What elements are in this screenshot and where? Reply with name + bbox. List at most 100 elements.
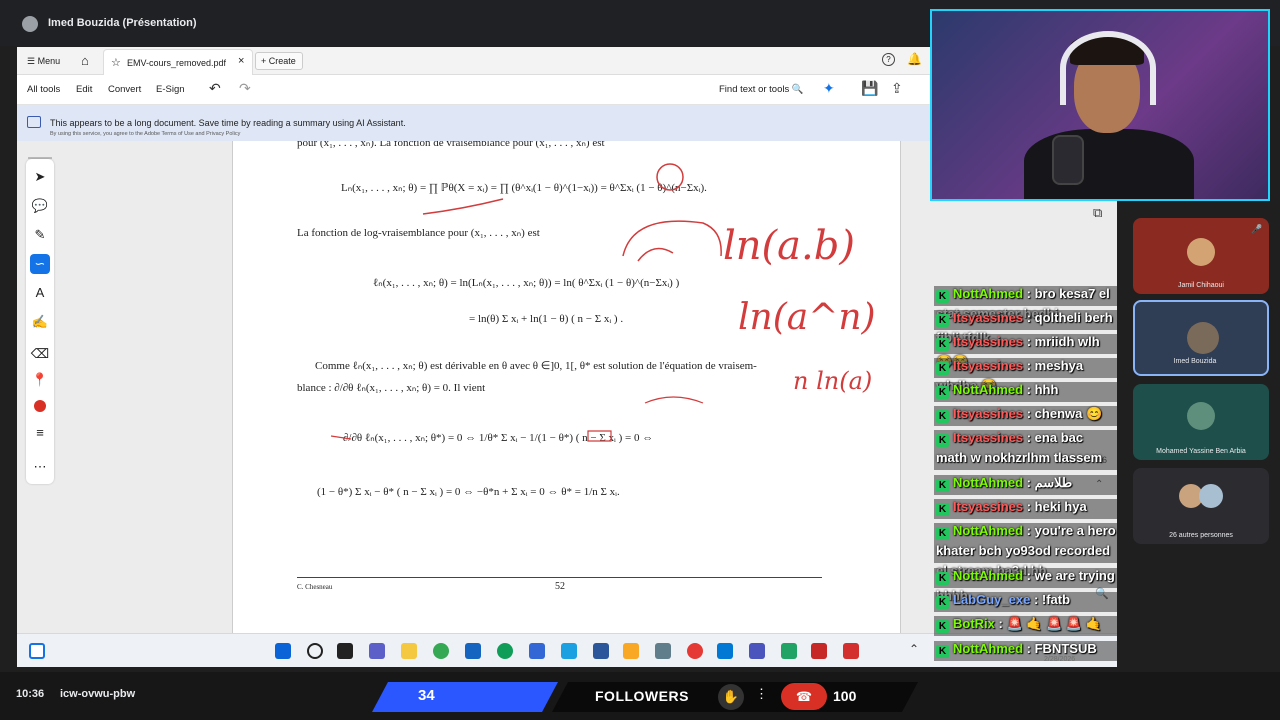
kick-badge-icon: K — [936, 620, 949, 633]
copy-icon[interactable]: ⧉ — [1093, 205, 1102, 221]
chat-username[interactable]: Itsyassines — [953, 406, 1023, 421]
redo-icon[interactable]: ↷ — [239, 80, 251, 97]
chat-username[interactable]: Itsyassines — [953, 334, 1023, 349]
webcam-body — [1024, 129, 1194, 199]
ai-assistant-icon[interactable]: ✦ — [823, 80, 835, 97]
create-button[interactable]: + Create — [255, 52, 303, 70]
star-icon[interactable]: ☆ — [111, 56, 121, 69]
chat-username[interactable]: Itsyassines — [953, 430, 1023, 445]
chat-username[interactable]: NottAhmed — [953, 475, 1023, 490]
banner-message: This appears to be a long document. Save… — [50, 118, 406, 128]
media-icon[interactable] — [687, 643, 703, 659]
chat-username[interactable]: NottAhmed — [953, 382, 1023, 397]
kick-badge-icon: K — [936, 338, 949, 351]
chat-message: K Itsyassines : heki hya — [936, 497, 1116, 517]
eraser-icon[interactable]: ⌫ — [30, 344, 50, 364]
chat-text: : heki hya — [1026, 499, 1087, 514]
search-icon: 🔍 — [791, 84, 804, 95]
chat-message: K NottAhmed : طلاسم — [936, 473, 1116, 493]
chat-username[interactable]: BotRix — [953, 616, 995, 631]
teams-icon[interactable] — [369, 643, 385, 659]
find-tools-button[interactable]: Find text or tools 🔍 — [719, 84, 804, 95]
chat-text: : طلاسم — [1026, 475, 1073, 490]
pin-icon[interactable]: 📍 — [30, 370, 50, 390]
chat-username[interactable]: Itsyassines — [953, 499, 1023, 514]
kick-badge-icon: K — [936, 386, 949, 399]
streamer-webcam — [930, 9, 1270, 201]
line-weight-icon[interactable]: ≡ — [30, 423, 50, 443]
count-panel — [372, 682, 558, 712]
home-icon[interactable]: ⌂ — [81, 53, 89, 68]
participant-tile[interactable]: Imed Bouzida — [1133, 300, 1269, 376]
tray-chevron-icon[interactable]: ⌃ — [909, 642, 919, 656]
teams-work-icon[interactable] — [749, 643, 765, 659]
undo-icon[interactable]: ↶ — [209, 80, 221, 97]
store-icon[interactable] — [465, 643, 481, 659]
select-icon[interactable]: ➤ — [30, 167, 50, 187]
document-tab[interactable]: ☆ EMV-cours_removed.pdf × — [103, 49, 253, 75]
kick-badge-icon: K — [936, 479, 949, 492]
outlook-icon[interactable] — [717, 643, 733, 659]
share-icon[interactable]: ⇪ — [891, 80, 903, 97]
antivirus-icon[interactable] — [811, 643, 827, 659]
chat-username[interactable]: LabGuy_exe — [953, 592, 1030, 607]
highlight-icon[interactable]: ✎ — [30, 225, 50, 245]
more-tools-icon[interactable]: ⋯ — [30, 457, 50, 477]
chat-message: K NottAhmed : hhh — [936, 380, 1116, 400]
chat-message: K NottAhmed : FBNTSUB — [936, 639, 1116, 659]
all-tools-button[interactable]: All tools — [27, 84, 60, 95]
color-icon[interactable] — [30, 397, 50, 417]
acrobat-icon[interactable] — [843, 643, 859, 659]
chat-username[interactable]: NottAhmed — [953, 523, 1023, 538]
search-icon[interactable] — [307, 643, 323, 659]
menu-button[interactable]: ☰ Menu — [27, 56, 60, 67]
clock: 10:36 — [16, 688, 45, 700]
chat-message: K Itsyassines : ena bac math w nokhzrlhm … — [936, 428, 1116, 468]
participant-name: Imed Bouzida — [1173, 358, 1217, 365]
hang-up-button[interactable]: ☎ — [781, 683, 827, 710]
mic-off-icon: 🎤 — [1251, 224, 1263, 234]
participant-tile[interactable]: 26 autres personnes — [1133, 468, 1269, 544]
chat-username[interactable]: NottAhmed — [953, 641, 1023, 656]
calculator-icon[interactable] — [655, 643, 671, 659]
convert-button[interactable]: Convert — [108, 84, 141, 95]
kick-badge-icon: K — [936, 362, 949, 375]
bell-icon[interactable]: 🔔 — [907, 52, 922, 66]
notes-icon[interactable] — [623, 643, 639, 659]
chat-username[interactable]: NottAhmed — [953, 286, 1023, 301]
save-icon[interactable]: 💾 — [861, 80, 878, 97]
document-icon — [27, 116, 41, 128]
chrome-icon[interactable] — [433, 643, 449, 659]
chat-username[interactable]: Itsyassines — [953, 310, 1023, 325]
widgets-icon[interactable] — [29, 643, 45, 659]
followers-label: FOLLOWERS — [595, 688, 689, 704]
chat-text: : 🚨 🤙 🚨 🚨 🤙 — [998, 616, 1102, 631]
more-options-icon[interactable]: ⋮ — [755, 686, 768, 702]
headphones-icon — [1060, 31, 1156, 105]
participant-tile[interactable]: Mohamed Yassine Ben Arbia — [1133, 384, 1269, 460]
task-view-icon[interactable] — [337, 643, 353, 659]
kick-badge-icon: K — [936, 527, 949, 540]
edge-icon[interactable] — [497, 643, 513, 659]
close-icon[interactable]: × — [238, 55, 244, 67]
chat-username[interactable]: NottAhmed — [953, 568, 1023, 583]
signature-icon[interactable]: ✍ — [30, 312, 50, 332]
photos-icon[interactable] — [561, 643, 577, 659]
file-explorer-icon[interactable] — [401, 643, 417, 659]
start-icon[interactable] — [275, 643, 291, 659]
help-icon[interactable]: ? — [882, 53, 895, 66]
chat-username[interactable]: Itsyassines — [953, 358, 1023, 373]
meeting-bottom-bar: 10:36 icw-ovwu-pbw 34 FOLLOWERS ✋ ⋮ ☎ 10… — [0, 672, 1280, 720]
participant-tile[interactable]: 🎤 Jamil Chihaoui — [1133, 218, 1269, 294]
text-box-icon[interactable]: A — [30, 283, 50, 303]
kick-badge-icon: K — [936, 596, 949, 609]
comment-icon[interactable]: 💬 — [30, 196, 50, 216]
edit-button[interactable]: Edit — [76, 84, 92, 95]
follower-count: 34 — [418, 687, 435, 704]
esign-button[interactable]: E-Sign — [156, 84, 185, 95]
excel-icon[interactable] — [781, 643, 797, 659]
draw-icon[interactable]: ∽ — [30, 254, 50, 274]
vscode-icon[interactable] — [593, 643, 609, 659]
raise-hand-icon[interactable]: ✋ — [718, 684, 744, 710]
copilot-icon[interactable] — [529, 643, 545, 659]
